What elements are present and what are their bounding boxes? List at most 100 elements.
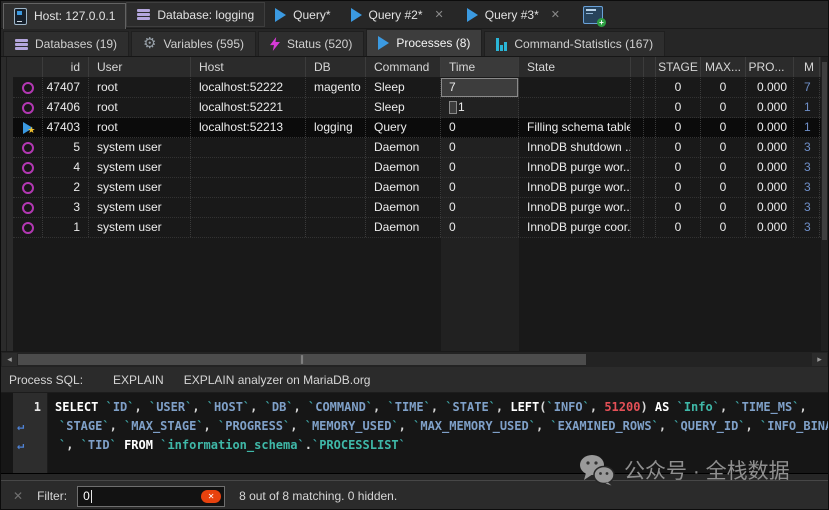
column-header-time[interactable]: Time [441, 57, 519, 77]
scroll-left-arrow[interactable]: ◂ [2, 353, 17, 366]
cell-db[interactable] [306, 98, 366, 117]
cell-pro[interactable]: 0.000 [746, 178, 794, 197]
cell-host[interactable] [191, 178, 306, 197]
column-header-icon[interactable] [13, 57, 43, 77]
cell-max[interactable]: 0 [701, 218, 746, 237]
cell-host[interactable] [191, 218, 306, 237]
cell-db[interactable] [306, 198, 366, 217]
process-row[interactable]: 5system userDaemon0InnoDB shutdown ...00… [13, 138, 821, 158]
column-header-state[interactable]: State [519, 57, 631, 77]
cell-command[interactable]: Daemon [366, 178, 441, 197]
cell-max[interactable]: 0 [701, 98, 746, 117]
cell-user[interactable]: root [89, 118, 191, 137]
cell-host[interactable] [191, 158, 306, 177]
cell-mem[interactable]: 3 [794, 198, 820, 217]
column-header-user[interactable]: User [89, 57, 191, 77]
tab-query-1[interactable]: Query* [265, 3, 340, 26]
process-row[interactable]: 3system userDaemon0InnoDB purge wor...00… [13, 198, 821, 218]
cell-n2[interactable] [644, 98, 656, 117]
cell-max[interactable]: 0 [701, 198, 746, 217]
cell-icon[interactable] [13, 158, 43, 177]
cell-id[interactable]: 1 [43, 218, 89, 237]
cell-n2[interactable] [644, 78, 656, 97]
cell-command[interactable]: Sleep [366, 78, 441, 97]
cell-user[interactable]: system user [89, 198, 191, 217]
cell-stage[interactable]: 0 [656, 178, 701, 197]
cell-n1[interactable] [631, 178, 644, 197]
cell-id[interactable]: 5 [43, 138, 89, 157]
cell-n1[interactable] [631, 198, 644, 217]
vertical-scrollbar[interactable] [821, 57, 828, 352]
cell-icon[interactable]: ★ [13, 118, 43, 137]
cell-db[interactable] [306, 178, 366, 197]
cell-command[interactable]: Daemon [366, 138, 441, 157]
cell-n2[interactable] [644, 118, 656, 137]
cell-n1[interactable] [631, 118, 644, 137]
cell-id[interactable]: 3 [43, 198, 89, 217]
cell-time[interactable]: 0 [441, 178, 519, 197]
cell-max[interactable]: 0 [701, 178, 746, 197]
cell-db[interactable] [306, 218, 366, 237]
process-row[interactable]: ★47403rootlocalhost:52213loggingQuery0Fi… [13, 118, 821, 138]
cell-db[interactable]: logging [306, 118, 366, 137]
close-icon[interactable]: ✕ [548, 8, 563, 21]
cell-id[interactable]: 47403 [43, 118, 89, 137]
cell-n2[interactable] [644, 198, 656, 217]
cell-host[interactable] [191, 138, 306, 157]
cell-n1[interactable] [631, 98, 644, 117]
cell-time[interactable]: 0 [441, 198, 519, 217]
horizontal-scrollbar[interactable]: ◂ ∥ ▸ [1, 351, 828, 367]
cell-state[interactable]: InnoDB purge coor... [519, 218, 631, 237]
cell-db[interactable]: magento [306, 78, 366, 97]
cell-mem[interactable]: 1 [794, 118, 820, 137]
tab-status[interactable]: Status (520) [258, 31, 364, 56]
cell-state[interactable]: InnoDB shutdown ... [519, 138, 631, 157]
cell-time[interactable]: 0 [441, 138, 519, 157]
cell-icon[interactable] [13, 98, 43, 117]
cell-user[interactable]: system user [89, 158, 191, 177]
tab-databases[interactable]: Databases (19) [3, 31, 129, 56]
cell-icon[interactable] [13, 198, 43, 217]
tab-processes[interactable]: Processes (8) [366, 29, 482, 56]
column-header-n2[interactable] [644, 57, 656, 77]
tab-command-statistics[interactable]: Command-Statistics (167) [484, 31, 665, 56]
cell-pro[interactable]: 0.000 [746, 198, 794, 217]
cell-user[interactable]: system user [89, 218, 191, 237]
cell-user[interactable]: root [89, 98, 191, 117]
cell-mem[interactable]: 1 [794, 98, 820, 117]
cell-command[interactable]: Query [366, 118, 441, 137]
cell-pro[interactable]: 0.000 [746, 98, 794, 117]
cell-host[interactable]: localhost:52213 [191, 118, 306, 137]
cell-pro[interactable]: 0.000 [746, 118, 794, 137]
cell-icon[interactable] [13, 78, 43, 97]
process-row[interactable]: 2system userDaemon0InnoDB purge wor...00… [13, 178, 821, 198]
tab-query-2[interactable]: Query #2* ✕ [341, 3, 457, 26]
column-header-n1[interactable] [631, 57, 644, 77]
cell-pro[interactable]: 0.000 [746, 218, 794, 237]
cell-mem[interactable]: 3 [794, 218, 820, 237]
cell-command[interactable]: Sleep [366, 98, 441, 117]
column-header-db[interactable]: DB [306, 57, 366, 77]
cell-n2[interactable] [644, 138, 656, 157]
cell-mem[interactable]: 3 [794, 158, 820, 177]
column-header-id[interactable]: id [43, 57, 89, 77]
cell-n1[interactable] [631, 218, 644, 237]
cell-pro[interactable]: 0.000 [746, 158, 794, 177]
column-header-max[interactable]: MAX... [701, 57, 746, 77]
cell-state[interactable]: InnoDB purge wor... [519, 158, 631, 177]
column-header-pro[interactable]: PRO... [746, 57, 794, 77]
scroll-right-arrow[interactable]: ▸ [812, 353, 827, 366]
cell-max[interactable]: 0 [701, 138, 746, 157]
cell-command[interactable]: Daemon [366, 158, 441, 177]
column-header-stage[interactable]: STAGE [656, 57, 701, 77]
cell-state[interactable] [519, 78, 631, 97]
tab-query-3[interactable]: Query #3* ✕ [457, 3, 573, 26]
tab-database[interactable]: Database: logging [126, 2, 265, 27]
cell-n1[interactable] [631, 158, 644, 177]
filter-input[interactable]: 0 ✕ [77, 486, 225, 507]
column-header-command[interactable]: Command [366, 57, 441, 77]
column-header-mem[interactable]: M [794, 57, 820, 77]
cell-user[interactable]: system user [89, 178, 191, 197]
cell-stage[interactable]: 0 [656, 158, 701, 177]
cell-stage[interactable]: 0 [656, 118, 701, 137]
